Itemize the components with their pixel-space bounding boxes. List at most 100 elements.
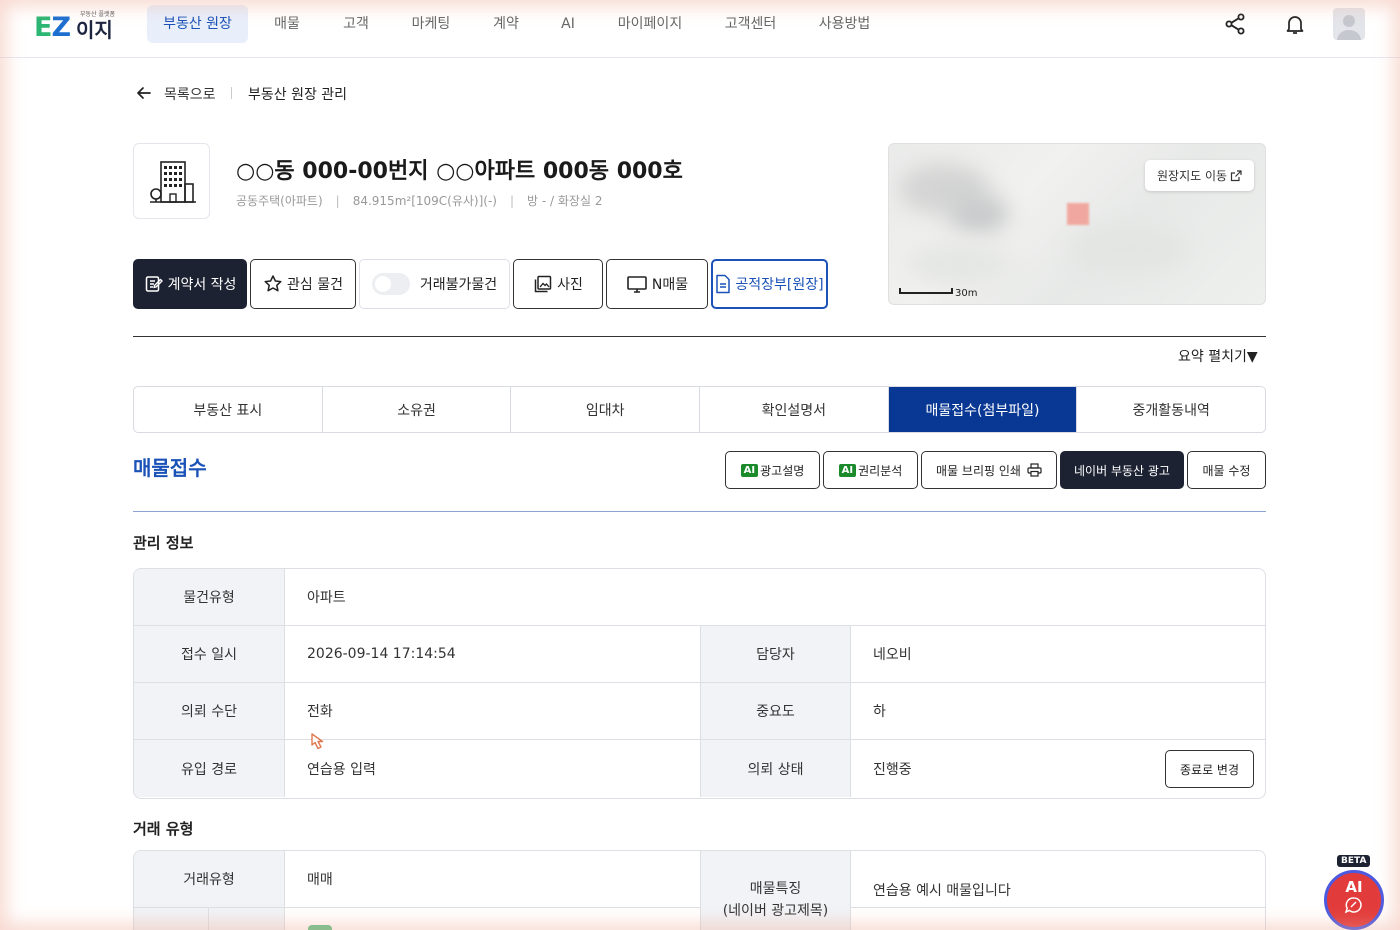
table-row: 물건유형 아파트 <box>134 569 1265 626</box>
summary-expand-toggle[interactable]: 요약 펼치기▼ <box>1178 346 1258 366</box>
management-info-title: 관리 정보 <box>133 534 194 552</box>
date-label: 접수 일시 <box>134 626 285 682</box>
star-icon <box>264 275 282 292</box>
table-row: 유입 경로 연습용 입력 의뢰 상태 진행중 종료로 변경 <box>134 740 1265 797</box>
mouse-cursor-icon <box>311 733 324 750</box>
map-scale-label: 30m <box>955 288 978 299</box>
breadcrumb-current: 부동산 원장 관리 <box>248 87 348 103</box>
property-type: 공동주택(아파트) <box>236 194 323 208</box>
map-scale-bar <box>899 288 953 294</box>
deal-type-value: 매매 <box>307 872 333 888</box>
section-title: 매물접수 <box>133 456 207 480</box>
n-listing-label: N매물 <box>651 277 689 293</box>
beta-badge: BETA <box>1337 855 1371 867</box>
naver-ad-label: 네이버 부동산 광고 <box>1074 463 1170 478</box>
image-icon <box>534 275 552 293</box>
map-area <box>1069 224 1189 274</box>
share-icon[interactable] <box>1223 12 1247 36</box>
ledger-map-link-button[interactable]: 원장지도 이동 <box>1145 160 1255 191</box>
ai-rights-analysis-button[interactable]: AI 권리분석 <box>823 451 918 489</box>
feature-label-line2: (네이버 광고제목) <box>722 903 829 919</box>
untradeable-toggle-button[interactable]: 거래불가물건 <box>359 259 510 309</box>
chat-bubble-icon <box>1344 897 1362 914</box>
tab-lease[interactable]: 임대차 <box>511 387 701 432</box>
property-title: ○○동 000-00번지 ○○아파트 000동 000호 <box>236 159 683 184</box>
top-navigation: 부동산 플랫폼 EZ 이지 부동산 원장 매물 고객 마케팅 계약 AI 마이페… <box>0 0 1400 58</box>
deal-type-table: 거래유형 매매 매물특징 (네이버 광고제목) 연습용 예시 매물입니다 <box>133 850 1266 930</box>
ai-assistant-button[interactable]: AI <box>1324 870 1384 930</box>
table-row: 의뢰 수단 전화 중요도 하 <box>134 683 1265 740</box>
write-contract-button[interactable]: 계약서 작성 <box>133 259 247 309</box>
deal-type-title: 거래 유형 <box>133 820 194 838</box>
location-map[interactable]: 원장지도 이동 30m <box>888 143 1266 305</box>
manager-value: 네오비 <box>873 647 912 663</box>
nav-item-listings[interactable]: 매물 <box>266 5 308 43</box>
ai-badge: AI <box>838 463 857 477</box>
priority-label: 중요도 <box>701 683 851 739</box>
photo-label: 사진 <box>557 277 583 293</box>
logo[interactable]: 부동산 플랫폼 EZ 이지 <box>34 10 115 46</box>
ai-ad-description-label: 광고설명 <box>760 463 805 478</box>
management-info-table: 물건유형 아파트 접수 일시 2026-09-14 17:14:54 담당자 네… <box>133 568 1266 799</box>
back-to-list-link[interactable]: 목록으로 <box>164 84 216 104</box>
public-ledger-label: 공적장부[원장] <box>735 277 824 293</box>
bell-icon[interactable] <box>1283 12 1307 36</box>
ai-ad-description-button[interactable]: AI 광고설명 <box>725 451 820 489</box>
tab-ownership[interactable]: 소유권 <box>323 387 512 432</box>
arrow-left-icon[interactable] <box>135 84 153 102</box>
nav-item-mypage[interactable]: 마이페이지 <box>610 5 690 43</box>
nav-item-customers[interactable]: 고객 <box>335 5 377 43</box>
edit-listing-label: 매물 수정 <box>1202 463 1251 478</box>
feature-value: 연습용 예시 매물입니다 <box>873 883 1011 899</box>
nav-item-marketing[interactable]: 마케팅 <box>404 5 458 43</box>
logo-text: 이지 <box>76 18 113 42</box>
tab-brokerage-activity[interactable]: 중개활동내역 <box>1077 387 1265 432</box>
logo-ez: EZ <box>34 12 71 43</box>
map-area <box>949 194 1009 234</box>
n-listing-button[interactable]: N매물 <box>606 259 708 309</box>
ledger-tabs: 부동산 표시 소유권 임대차 확인설명서 매물접수(첨부파일) 중개활동내역 <box>133 386 1266 433</box>
property-meta: 공동주택(아파트) | 84.915m²[109C(유사)](-) | 방 - / 화장… <box>236 194 603 208</box>
print-briefing-label: 매물 브리핑 인쇄 <box>936 463 1021 478</box>
document-icon <box>716 274 731 294</box>
ai-assistant-label: AI <box>1345 878 1363 896</box>
favorite-button[interactable]: 관심 물건 <box>250 259 356 309</box>
close-request-button[interactable]: 종료로 변경 <box>1165 750 1254 788</box>
section-divider <box>133 336 1266 337</box>
nav-item-ledger[interactable]: 부동산 원장 <box>147 5 248 43</box>
table-row: 접수 일시 2026-09-14 17:14:54 담당자 네오비 <box>134 626 1265 683</box>
manager-label: 담당자 <box>701 626 851 682</box>
print-briefing-button[interactable]: 매물 브리핑 인쇄 <box>921 451 1057 489</box>
nav-item-ai[interactable]: AI <box>553 5 583 43</box>
tab-property-display[interactable]: 부동산 표시 <box>134 387 323 432</box>
property-type-icon-box <box>133 143 210 219</box>
tab-listing-intake[interactable]: 매물접수(첨부파일) <box>888 387 1078 432</box>
breadcrumb-separator <box>231 87 232 99</box>
feature-label-line1: 매물특징 <box>749 881 802 897</box>
nav-item-support[interactable]: 고객센터 <box>717 5 784 43</box>
status-label: 의뢰 상태 <box>701 740 851 797</box>
untradeable-label: 거래불가물건 <box>419 277 498 293</box>
naver-ad-button[interactable]: 네이버 부동산 광고 <box>1060 451 1184 489</box>
status-value: 진행중 <box>873 761 912 778</box>
property-rooms: 방 - / 화장실 2 <box>527 194 603 208</box>
deal-subrow-label <box>134 908 285 930</box>
favorite-label: 관심 물건 <box>287 277 343 293</box>
ledger-map-link-label: 원장지도 이동 <box>1157 169 1228 183</box>
public-ledger-button[interactable]: 공적장부[원장] <box>711 259 828 309</box>
ai-rights-analysis-label: 권리분석 <box>858 463 903 478</box>
untradeable-toggle[interactable] <box>371 273 410 295</box>
deal-status-indicator <box>308 925 332 930</box>
edit-listing-button[interactable]: 매물 수정 <box>1187 451 1266 489</box>
nav-item-guide[interactable]: 사용방법 <box>811 5 878 43</box>
tab-confirmation-doc[interactable]: 확인설명서 <box>700 387 889 432</box>
column-divider <box>208 908 209 930</box>
section-rule <box>133 511 1266 512</box>
type-label: 물건유형 <box>134 569 285 625</box>
photo-button[interactable]: 사진 <box>513 259 603 309</box>
avatar[interactable] <box>1333 8 1365 40</box>
monitor-icon <box>627 276 647 293</box>
priority-value: 하 <box>873 704 886 720</box>
type-value: 아파트 <box>307 590 346 606</box>
nav-item-contract[interactable]: 계약 <box>485 5 527 43</box>
